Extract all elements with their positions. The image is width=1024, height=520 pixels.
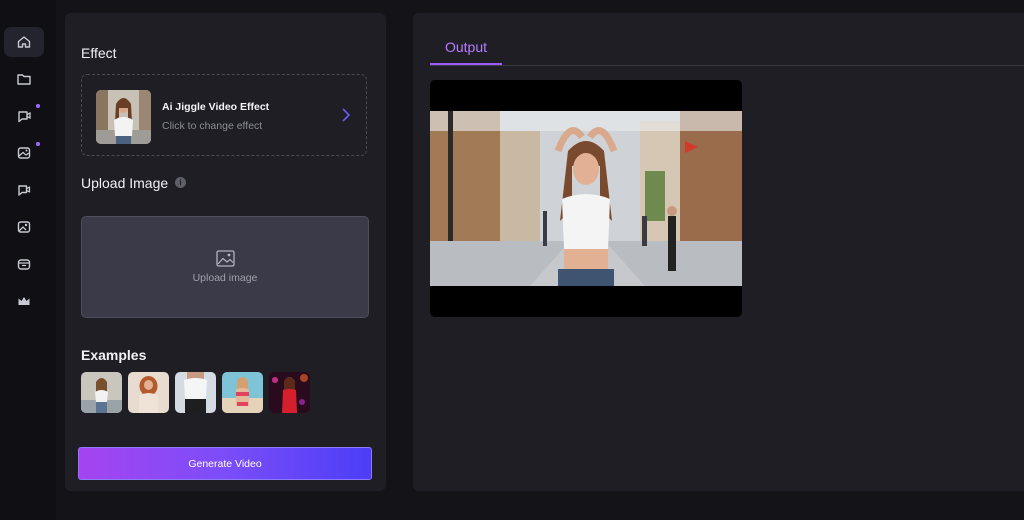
nav-rail	[0, 0, 56, 520]
effect-heading: Effect	[81, 45, 117, 61]
nav-badge-dot	[36, 104, 40, 108]
effect-subtitle: Click to change effect	[162, 120, 263, 132]
effect-thumbnail	[96, 90, 151, 144]
nav-home[interactable]	[4, 27, 44, 57]
settings-panel: Effect Ai Jiggle Video Effect Click to c…	[65, 13, 386, 491]
example-thumbnail[interactable]	[269, 372, 310, 413]
tab-divider	[430, 65, 1024, 66]
tab-output[interactable]: Output	[430, 33, 502, 65]
upload-dropzone[interactable]: Upload image	[81, 216, 369, 318]
video-frame	[430, 111, 742, 286]
example-thumbnail[interactable]	[128, 372, 169, 413]
example-thumbnail[interactable]	[175, 372, 216, 413]
chat-video-icon	[18, 185, 31, 196]
generate-video-button[interactable]: Generate Video	[78, 447, 372, 480]
examples-list	[81, 372, 310, 413]
examples-heading: Examples	[81, 347, 147, 363]
folder-icon	[17, 74, 31, 85]
video-chat-icon	[18, 111, 31, 123]
basket-icon	[17, 259, 31, 270]
home-icon	[17, 36, 31, 48]
nav-gallery[interactable]	[4, 212, 44, 242]
crown-icon	[18, 297, 30, 305]
image-edit-icon	[17, 147, 31, 159]
nav-basket[interactable]	[4, 249, 44, 279]
upload-heading: Upload Image	[81, 175, 169, 191]
example-thumbnail[interactable]	[81, 372, 122, 413]
example-thumbnail[interactable]	[222, 372, 263, 413]
effect-name: Ai Jiggle Video Effect	[162, 101, 270, 113]
nav-badge-dot	[36, 142, 40, 146]
upload-label: Upload image	[192, 272, 258, 284]
info-icon[interactable]: i	[175, 177, 186, 188]
nav-crown[interactable]	[4, 286, 44, 316]
output-video[interactable]	[430, 80, 742, 317]
output-panel: Output	[413, 13, 1024, 491]
chevron-right-icon	[342, 108, 351, 122]
nav-folder[interactable]	[4, 64, 44, 94]
nav-chat-video[interactable]	[4, 175, 44, 205]
image-placeholder-icon	[216, 250, 235, 267]
gallery-icon	[17, 221, 31, 233]
effect-selector[interactable]: Ai Jiggle Video Effect Click to change e…	[81, 74, 367, 156]
